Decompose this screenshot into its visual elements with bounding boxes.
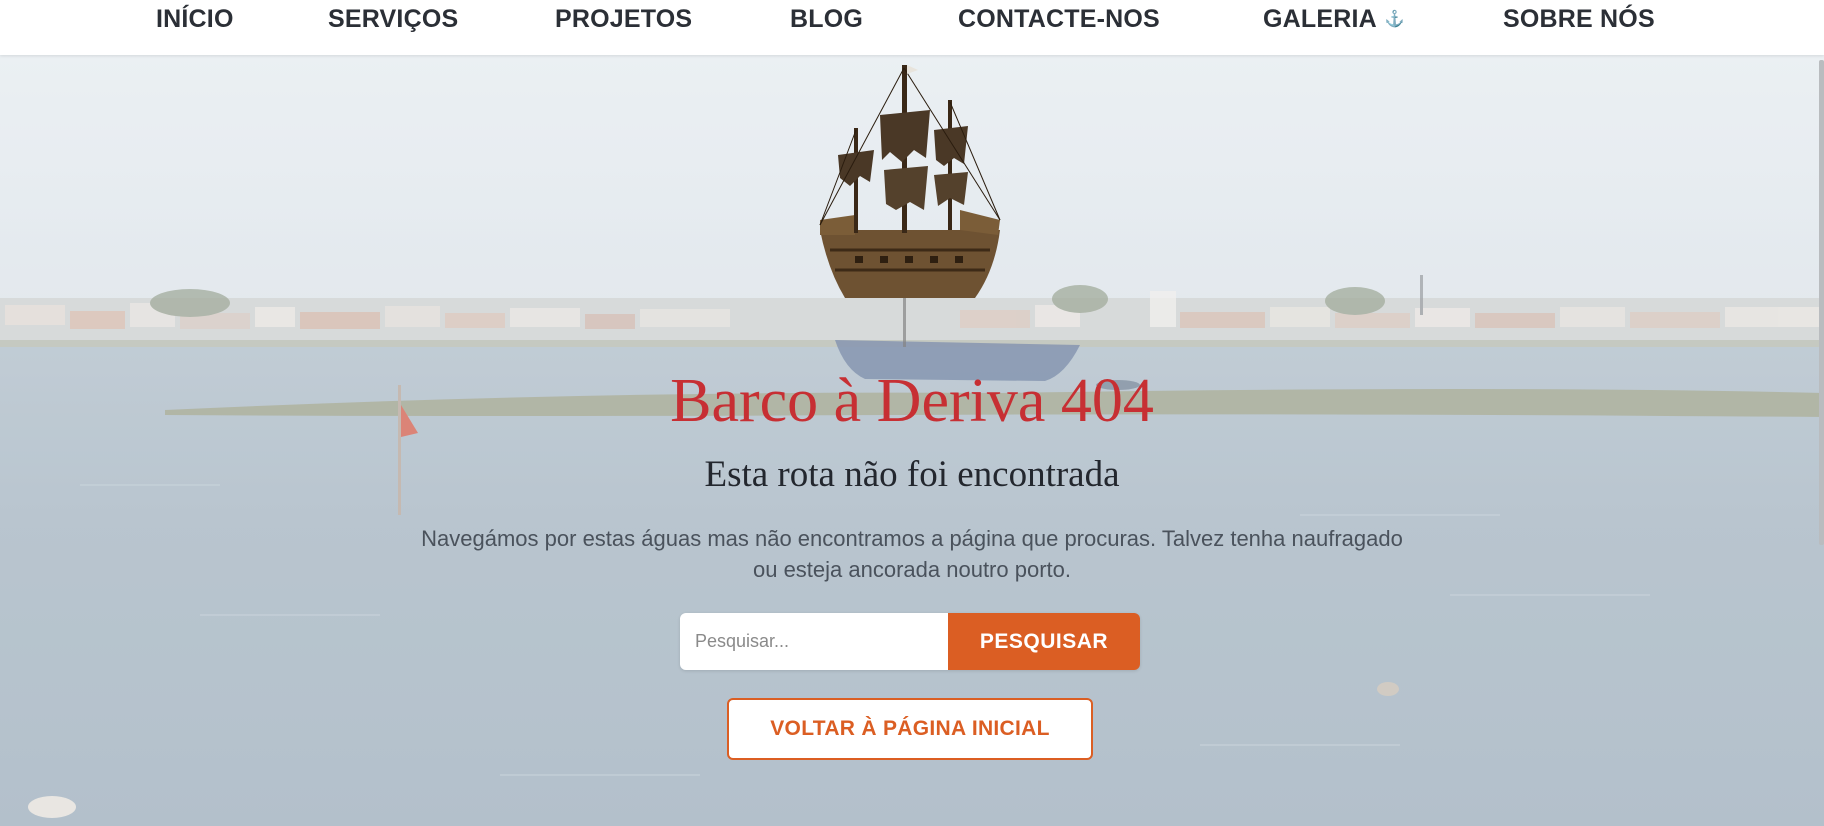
- nav-item-galeria-label: GALERIA: [1263, 5, 1377, 33]
- page-subtitle: Esta rota não foi encontrada: [704, 454, 1120, 495]
- search-input[interactable]: [680, 613, 948, 670]
- nav-item-galeria[interactable]: GALERIA ⚓: [1263, 4, 1405, 35]
- page-description: Navegámos por estas águas mas não encont…: [421, 526, 1403, 582]
- scrollbar[interactable]: [1819, 60, 1824, 545]
- back-to-home-button[interactable]: VOLTAR À PÁGINA INICIAL: [727, 698, 1093, 760]
- nav-item-contacte-nos[interactable]: CONTACTE-NOS: [958, 4, 1160, 34]
- nav-item-servicos[interactable]: SERVIÇOS: [328, 4, 458, 34]
- search-button[interactable]: PESQUISAR: [948, 613, 1140, 670]
- anchor-icon: ⚓: [1384, 11, 1406, 29]
- search-form: PESQUISAR: [680, 613, 1140, 670]
- nav-item-inicio[interactable]: INÍCIO: [156, 4, 234, 34]
- nav-item-projetos[interactable]: PROJETOS: [555, 4, 692, 34]
- ship-illustration: [819, 65, 1001, 298]
- page-title: Barco à Deriva 404: [670, 367, 1154, 435]
- nav-item-blog[interactable]: BLOG: [790, 4, 863, 34]
- top-navigation: INÍCIO SERVIÇOS PROJETOS BLOG CONTACTE-N…: [0, 0, 1824, 55]
- nav-item-sobre-nos[interactable]: SOBRE NÓS: [1503, 4, 1655, 34]
